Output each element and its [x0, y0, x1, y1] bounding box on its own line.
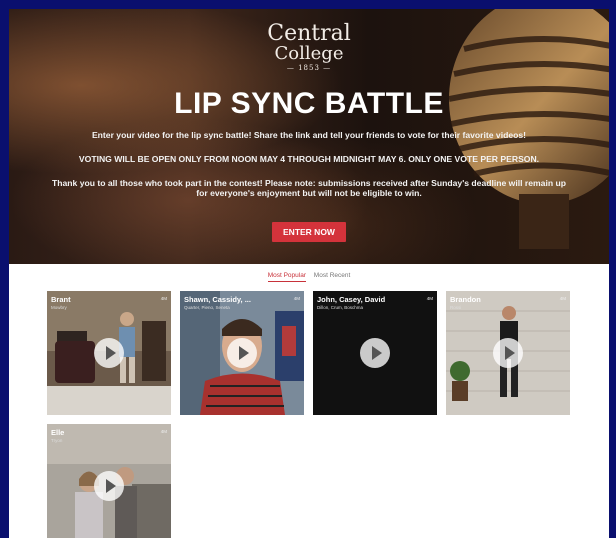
card-subtitle: Mowbry — [51, 305, 67, 310]
logo-line-3: — 1853 — — [286, 64, 332, 72]
card-subtitle: Tryon — [51, 438, 63, 443]
play-icon[interactable] — [227, 338, 257, 368]
video-card[interactable]: Elle Tryon 4M — [47, 424, 171, 538]
page-title: LIP SYNC BATTLE — [174, 87, 444, 120]
play-icon[interactable] — [94, 338, 124, 368]
play-icon[interactable] — [94, 471, 124, 501]
card-title: Shawn, Cassidy, ... — [184, 295, 251, 304]
video-card[interactable]: Shawn, Cassidy, ... Quarter, Pieno, Sene… — [180, 291, 304, 415]
play-icon[interactable] — [360, 338, 390, 368]
enter-now-button[interactable]: ENTER NOW — [272, 222, 346, 242]
card-badge: 4M — [559, 296, 566, 301]
tab-most-popular[interactable]: Most Popular — [267, 272, 306, 282]
voting-info-text: VOTING WILL BE OPEN ONLY FROM NOON MAY 4… — [78, 154, 540, 164]
card-title: John, Casey, David — [317, 295, 386, 304]
video-card[interactable]: Brant Mowbry 4M — [47, 291, 171, 415]
hero-banner: Central College — 1853 — LIP SYNC BATTLE… — [9, 9, 609, 264]
card-badge: 4M — [160, 429, 167, 434]
college-logo[interactable]: Central College — 1853 — — [9, 23, 609, 73]
tab-most-recent[interactable]: Most Recent — [314, 272, 351, 281]
card-subtitle: Dillon, Crum, Boschma — [317, 305, 364, 310]
play-icon[interactable] — [493, 338, 523, 368]
card-badge: 4M — [160, 296, 167, 301]
video-card[interactable]: John, Casey, David Dillon, Crum, Boschma… — [313, 291, 437, 415]
card-title: Brandon — [450, 295, 481, 304]
logo-line-1: Central — [267, 21, 351, 46]
video-card[interactable]: Brandon Rossi 4M — [446, 291, 570, 415]
card-subtitle: Rossi — [450, 305, 462, 310]
thank-you-text: Thank you to all those who took part in … — [52, 178, 566, 198]
card-title: Elle — [51, 428, 65, 437]
intro-text: Enter your video for the lip sync battle… — [91, 130, 527, 140]
card-badge: 4M — [293, 296, 300, 301]
logo-line-2: College — [274, 43, 344, 64]
card-badge: 4M — [426, 296, 433, 301]
sort-tabs: Most Popular Most Recent — [9, 272, 609, 282]
card-title: Brant — [51, 295, 71, 304]
page: Central College — 1853 — LIP SYNC BATTLE… — [9, 9, 609, 538]
card-subtitle: Quarter, Pieno, Seneta — [184, 305, 230, 310]
